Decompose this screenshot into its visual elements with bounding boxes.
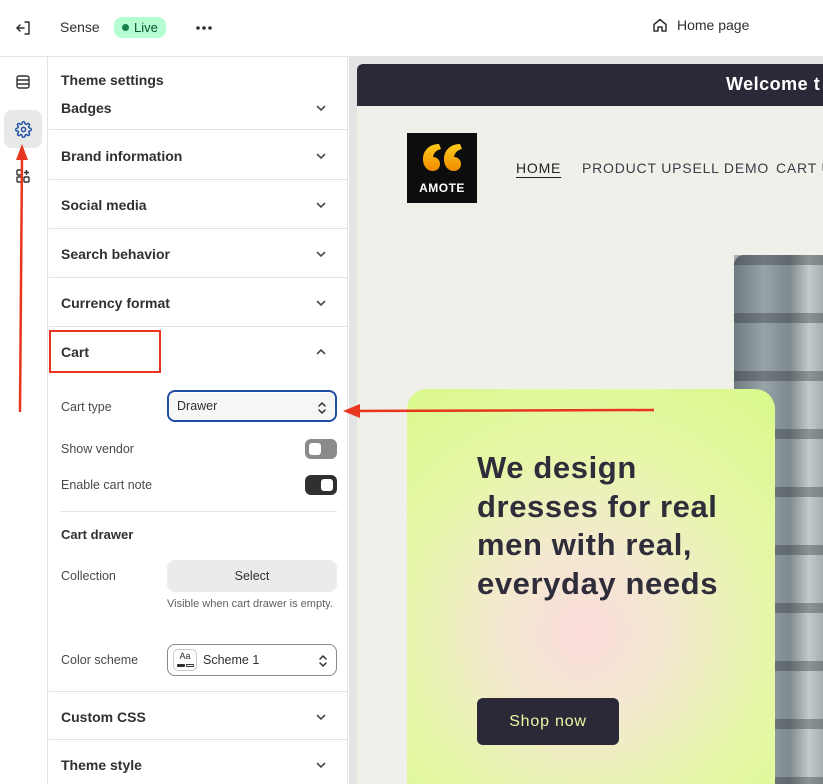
section-label: Badges — [61, 100, 112, 116]
cart-drawer-heading: Cart drawer — [61, 527, 134, 542]
section-label: Social media — [61, 197, 147, 213]
section-social-media[interactable]: Social media — [49, 180, 347, 229]
live-status-badge: Live — [114, 17, 166, 38]
chevron-down-icon — [316, 105, 326, 112]
chevron-down-icon — [316, 251, 326, 258]
exit-button[interactable] — [10, 14, 38, 42]
chevron-down-icon — [316, 153, 326, 160]
page-selector[interactable]: Home page — [652, 17, 749, 33]
select-arrows-icon — [318, 401, 326, 415]
collection-help-text: Visible when cart drawer is empty. — [167, 598, 333, 610]
store-logo[interactable]: AMOTE — [407, 133, 477, 203]
show-vendor-label: Show vendor — [61, 442, 134, 456]
hero-title: We design dresses for real men with real… — [477, 450, 719, 601]
announcement-text: Welcome t — [726, 74, 821, 94]
home-icon — [653, 18, 667, 32]
settings-panel: Badges Theme settings Brand information … — [49, 57, 348, 784]
swatch-bar — [186, 664, 194, 667]
enable-cart-note-label: Enable cart note — [61, 478, 153, 492]
section-label: Search behavior — [61, 246, 170, 262]
collection-label: Collection — [61, 569, 116, 583]
top-bar: Sense Live Home page — [0, 0, 823, 57]
show-vendor-toggle[interactable] — [305, 439, 337, 459]
section-search-behavior[interactable]: Search behavior — [49, 229, 347, 278]
select-arrows-icon — [319, 654, 327, 668]
page-selector-label: Home page — [677, 17, 750, 33]
color-scheme-select[interactable]: Aa Scheme 1 — [167, 644, 337, 676]
section-brand-information[interactable]: Brand information — [49, 131, 347, 180]
live-dot-icon — [122, 24, 129, 31]
announcement-bar: Welcome t — [357, 64, 823, 106]
section-label: Currency format — [61, 295, 170, 311]
toggle-knob — [321, 479, 333, 491]
color-scheme-value: Scheme 1 — [203, 653, 260, 667]
theme-settings-button[interactable] — [4, 110, 42, 148]
logo-text: AMOTE — [419, 181, 465, 195]
section-badges[interactable]: Badges — [49, 81, 347, 130]
sections-icon — [16, 75, 30, 89]
cart-type-select[interactable]: Drawer — [167, 390, 337, 422]
sections-button[interactable] — [4, 63, 42, 101]
enable-cart-note-toggle[interactable] — [305, 475, 337, 495]
theme-editor: Sense Live Home page Badges Theme settin… — [0, 0, 823, 784]
section-currency-format[interactable]: Currency format — [49, 278, 347, 327]
swatch-bar — [177, 664, 185, 667]
quote-logo-icon — [423, 144, 462, 171]
section-label: Theme style — [61, 757, 142, 773]
chevron-down-icon — [316, 300, 326, 307]
chevron-up-icon — [316, 348, 326, 355]
cart-type-value: Drawer — [177, 399, 218, 413]
toggle-knob — [309, 443, 321, 455]
store-preview: Welcome t AMOTE HOME PRODUCT UPSELL DEMO… — [357, 64, 823, 784]
panel-title: Theme settings — [61, 72, 341, 88]
icon-rail — [0, 57, 48, 784]
section-theme-style[interactable]: Theme style — [49, 740, 347, 784]
nav-cart[interactable]: CART U — [776, 160, 823, 176]
ellipsis-icon — [196, 26, 212, 30]
swatch-text: Aa — [179, 651, 191, 661]
app-embeds-button[interactable] — [4, 157, 42, 195]
more-actions-button[interactable] — [190, 14, 218, 42]
collection-select-button[interactable]: Select — [167, 560, 337, 592]
section-label: Brand information — [61, 148, 183, 164]
scheme-swatch-icon: Aa — [173, 649, 197, 671]
gear-icon — [14, 120, 32, 138]
theme-name: Sense — [60, 19, 100, 35]
chevron-down-icon — [316, 714, 326, 721]
chevron-down-icon — [316, 202, 326, 209]
shop-now-button[interactable]: Shop now — [477, 698, 619, 745]
app-embeds-icon — [16, 169, 30, 183]
section-custom-css[interactable]: Custom CSS — [49, 691, 347, 740]
cart-highlight-box — [49, 330, 161, 373]
color-scheme-label: Color scheme — [61, 653, 139, 667]
chevron-down-icon — [316, 762, 326, 769]
nav-product-upsell-demo[interactable]: PRODUCT UPSELL DEMO — [582, 160, 769, 176]
nav-home[interactable]: HOME — [516, 160, 561, 176]
divider — [61, 511, 337, 512]
cart-type-label: Cart type — [61, 400, 112, 414]
exit-icon — [16, 21, 30, 35]
hero-card: We design dresses for real men with real… — [407, 389, 775, 784]
live-status-text: Live — [134, 20, 158, 35]
section-label: Custom CSS — [61, 709, 146, 725]
